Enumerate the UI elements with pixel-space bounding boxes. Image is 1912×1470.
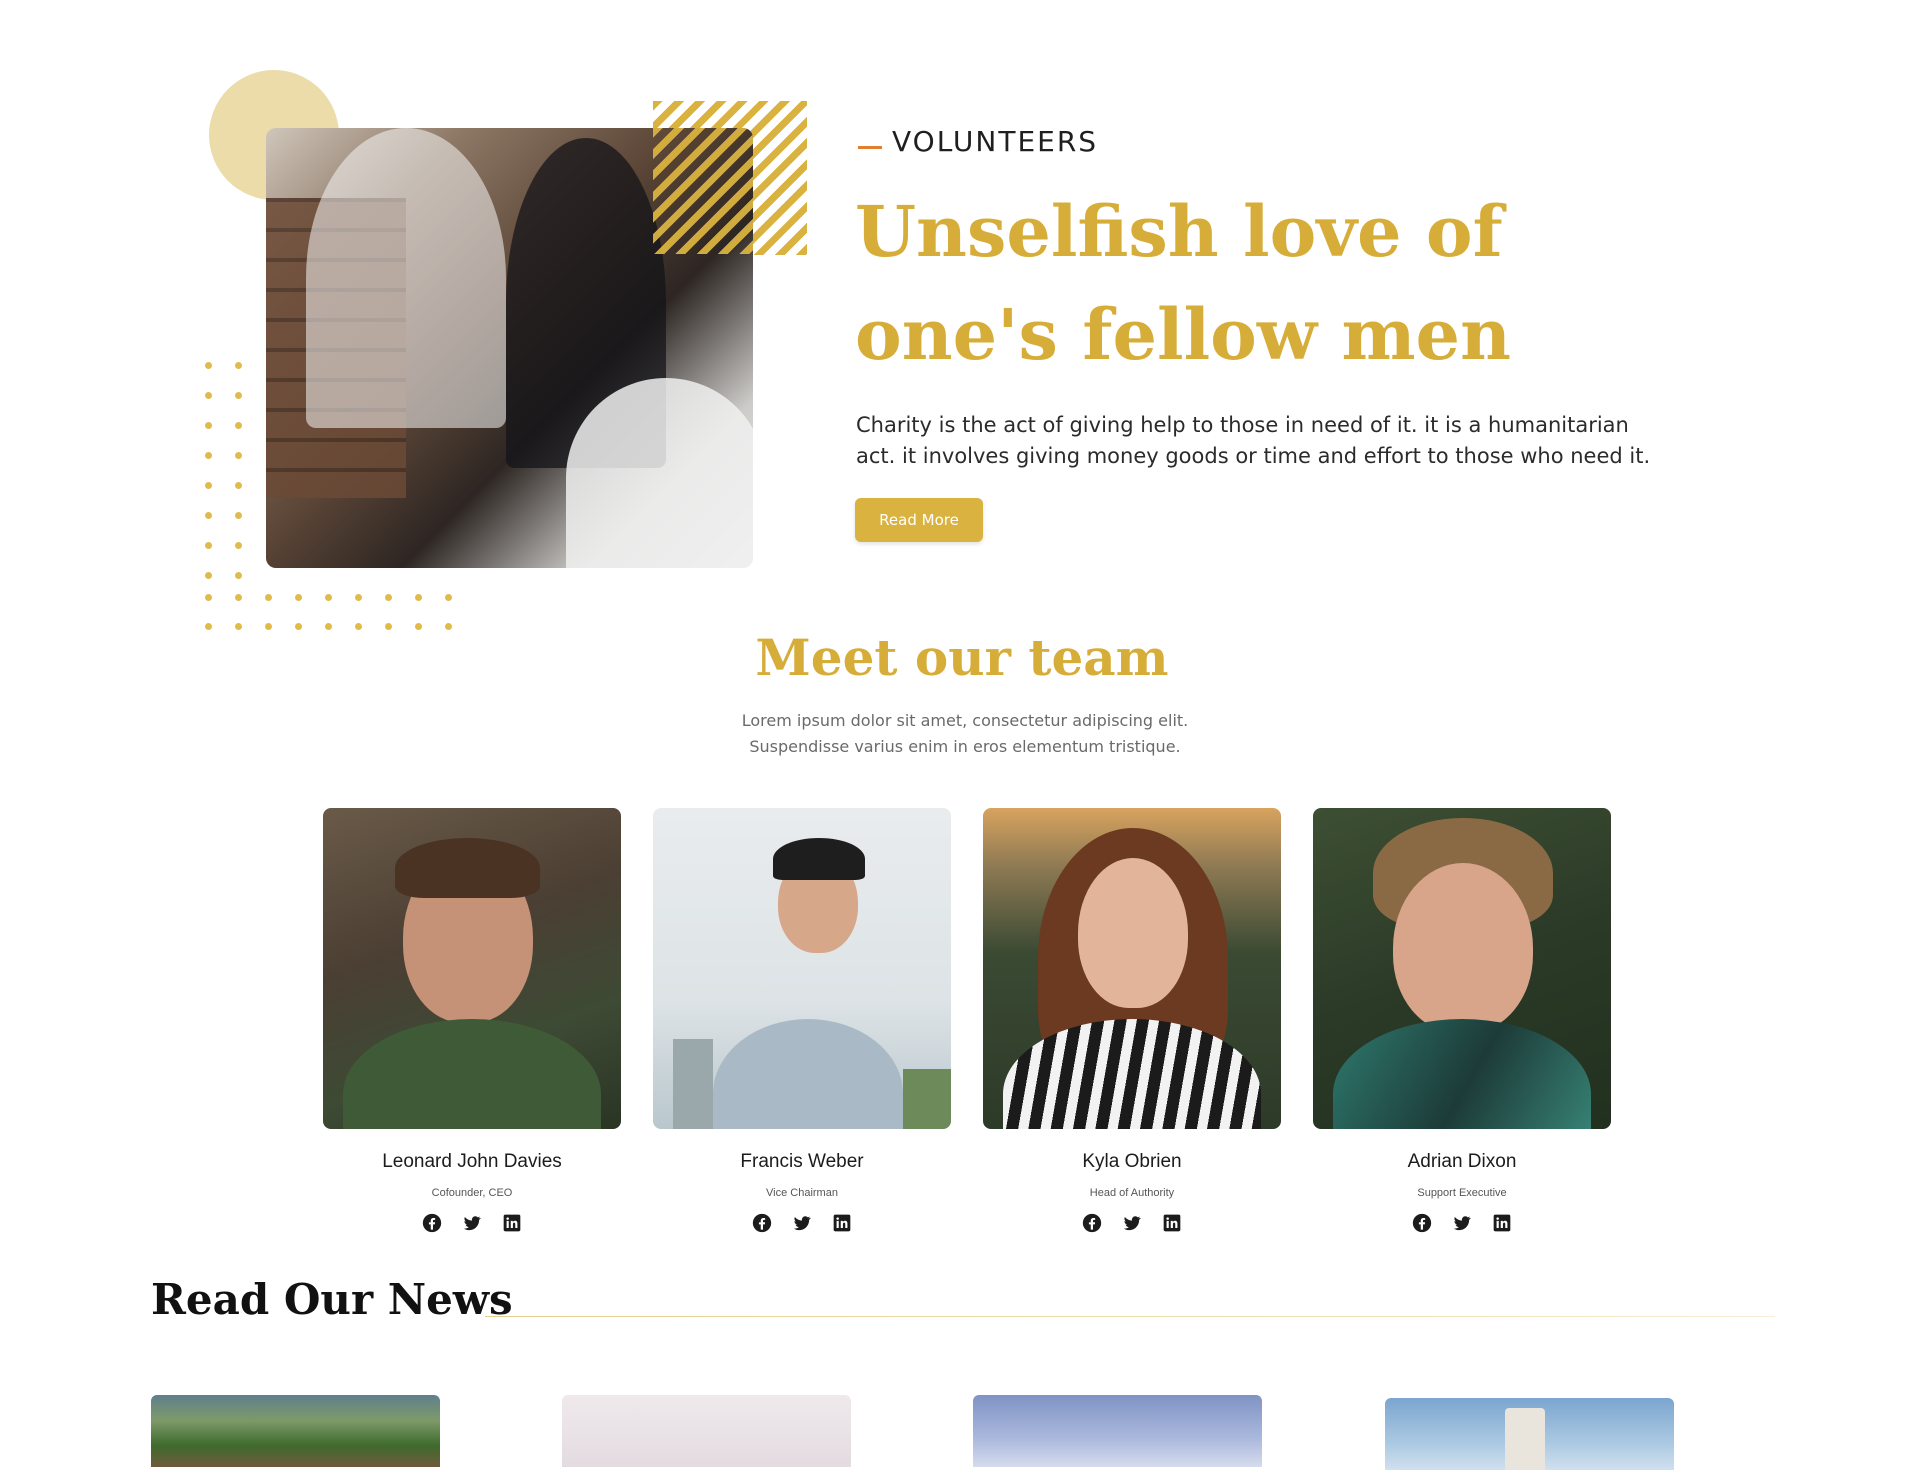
news-title-underline (485, 1316, 1775, 1317)
team-member-card: Leonard John Davies Cofounder, CEO (323, 808, 621, 1233)
decorative-dot (205, 482, 212, 489)
member-name: Adrian Dixon (1407, 1151, 1517, 1172)
decorative-dot (235, 482, 242, 489)
eyebrow-dash (858, 146, 882, 149)
linkedin-icon[interactable] (832, 1213, 852, 1233)
facebook-icon[interactable] (1082, 1213, 1102, 1233)
team-member-card: Francis Weber Vice Chairman (653, 808, 951, 1233)
decorative-dot (235, 422, 242, 429)
section-eyebrow: VOLUNTEERS (892, 125, 1099, 158)
member-name: Kyla Obrien (1082, 1151, 1182, 1172)
decorative-dot (205, 594, 212, 601)
facebook-icon[interactable] (422, 1213, 442, 1233)
decorative-dot (235, 572, 242, 579)
decorative-dot (205, 362, 212, 369)
member-photo (653, 808, 951, 1129)
decorative-dot (205, 512, 212, 519)
twitter-icon[interactable] (1452, 1213, 1472, 1233)
member-photo (983, 808, 1281, 1129)
decorative-dot (235, 362, 242, 369)
member-role: Cofounder, CEO (431, 1187, 513, 1199)
twitter-icon[interactable] (1122, 1213, 1142, 1233)
member-role: Vice Chairman (766, 1187, 838, 1199)
decorative-dot (265, 594, 272, 601)
team-member-card: Kyla Obrien Head of Authority (983, 808, 1281, 1233)
decorative-dot (235, 392, 242, 399)
decorative-dot (445, 594, 452, 601)
member-name: Leonard John Davies (382, 1151, 562, 1172)
member-photo (323, 808, 621, 1129)
linkedin-icon[interactable] (1162, 1213, 1182, 1233)
decorative-dot (325, 594, 332, 601)
decorative-dot (205, 392, 212, 399)
facebook-icon[interactable] (1412, 1213, 1432, 1233)
read-more-button[interactable]: Read More (855, 498, 983, 542)
decorative-dot (235, 452, 242, 459)
decorative-dot (385, 594, 392, 601)
decorative-dot (295, 594, 302, 601)
decorative-dot (235, 542, 242, 549)
hero-title: Unselfish love of one's fellow men (855, 190, 1511, 376)
decorative-dot (205, 572, 212, 579)
member-photo (1313, 808, 1611, 1129)
decorative-dot (235, 512, 242, 519)
decorative-dot (205, 422, 212, 429)
linkedin-icon[interactable] (1492, 1213, 1512, 1233)
decorative-dot (205, 452, 212, 459)
linkedin-icon[interactable] (502, 1213, 522, 1233)
hero-description: Charity is the act of giving help to tho… (856, 413, 1651, 468)
member-role: Head of Authority (1089, 1187, 1175, 1199)
news-card-image[interactable] (1385, 1398, 1674, 1470)
team-title: Meet our team (755, 628, 1169, 687)
twitter-icon[interactable] (792, 1213, 812, 1233)
member-role: Support Executive (1417, 1187, 1507, 1199)
decorative-dot (355, 594, 362, 601)
member-name: Francis Weber (740, 1151, 864, 1172)
decorative-dot (205, 542, 212, 549)
facebook-icon[interactable] (752, 1213, 772, 1233)
team-member-card: Adrian Dixon Support Executive (1313, 808, 1611, 1233)
news-card-image[interactable] (562, 1395, 851, 1467)
news-card-image[interactable] (973, 1395, 1262, 1467)
decorative-dot (415, 594, 422, 601)
team-subtitle: Lorem ipsum dolor sit amet, consectetur … (741, 711, 1189, 756)
decorative-dot (235, 594, 242, 601)
twitter-icon[interactable] (462, 1213, 482, 1233)
volunteers-photo (266, 128, 753, 568)
news-section-title: Read Our News (151, 1275, 513, 1324)
news-card-image[interactable] (151, 1395, 440, 1467)
